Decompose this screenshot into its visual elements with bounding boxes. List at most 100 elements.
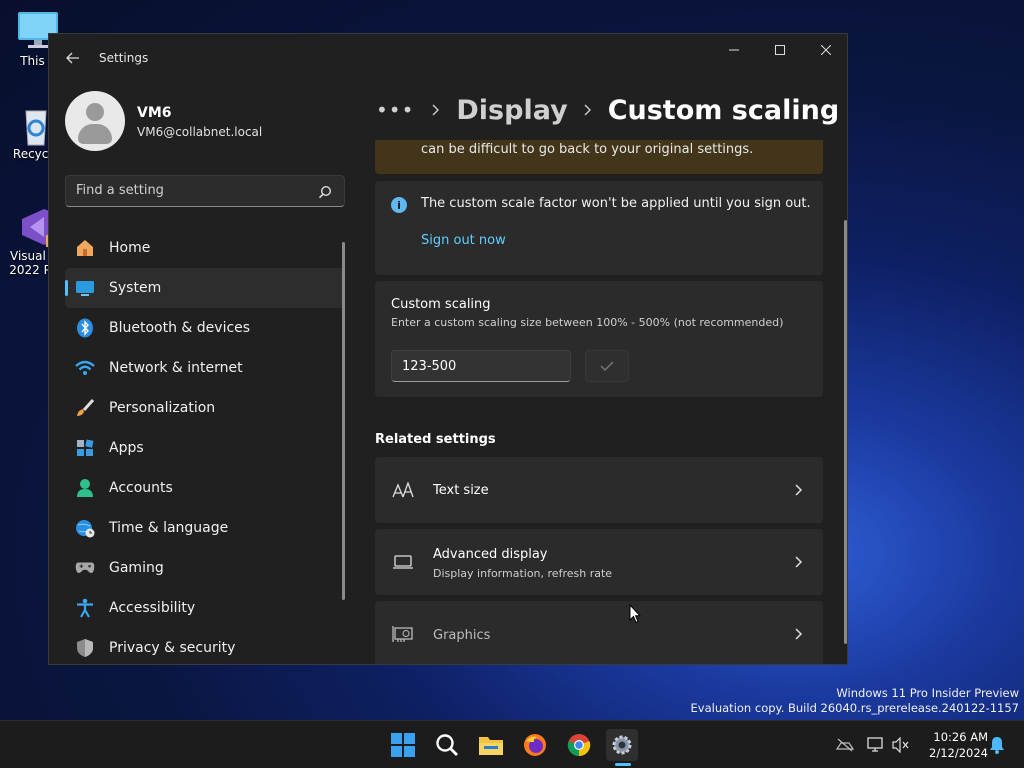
taskbar: 10:26 AM 2/12/2024 <box>0 720 1024 768</box>
gear-icon <box>612 735 632 755</box>
avatar[interactable] <box>65 91 125 151</box>
sidebar-item-accessibility[interactable]: Accessibility <box>65 588 345 628</box>
maximize-icon <box>775 45 785 55</box>
accessibility-icon <box>75 598 95 618</box>
search-box[interactable] <box>65 175 345 207</box>
sidebar-item-label: Network & internet <box>109 360 243 376</box>
sidebar-item-label: Bluetooth & devices <box>109 320 251 336</box>
sign-out-link[interactable]: Sign out now <box>421 233 506 248</box>
sidebar-item-label: Personalization <box>109 400 216 416</box>
sidebar-item-personalization[interactable]: Personalization <box>65 388 345 428</box>
graphics-card-icon <box>391 623 415 645</box>
related-item-advanced-display[interactable]: Advanced display Display information, re… <box>375 529 823 595</box>
evaluation-watermark: Windows 11 Pro Insider Preview Evaluatio… <box>691 686 1019 716</box>
app-title: Settings <box>99 51 149 65</box>
home-icon <box>75 238 95 258</box>
sidebar-item-bluetooth[interactable]: Bluetooth & devices <box>65 308 345 348</box>
gamepad-icon <box>75 558 95 578</box>
wifi-icon <box>75 358 95 378</box>
sidebar-item-label: Accounts <box>109 480 173 496</box>
sidebar-item-apps[interactable]: Apps <box>65 428 345 468</box>
sidebar-item-label: Apps <box>109 440 144 456</box>
search-input[interactable] <box>76 183 306 198</box>
sidebar-item-privacy-security[interactable]: Privacy & security <box>65 628 345 664</box>
ethernet-icon <box>867 737 883 752</box>
content-scrollbar[interactable] <box>844 220 847 644</box>
sidebar-item-label: Accessibility <box>109 600 196 616</box>
related-item-graphics[interactable]: Graphics <box>375 601 823 664</box>
sidebar-scrollbar[interactable] <box>342 242 345 600</box>
sidebar-item-label: System <box>109 280 162 296</box>
taskbar-search-button[interactable] <box>431 729 463 761</box>
custom-scaling-title: Custom scaling <box>391 297 491 312</box>
chevron-right-icon <box>795 628 803 640</box>
taskbar-firefox[interactable] <box>519 729 551 761</box>
sidebar-item-system[interactable]: System <box>65 268 345 308</box>
sidebar-item-label: Home <box>109 240 151 256</box>
mouse-cursor-icon <box>629 604 641 624</box>
warning-text: can be difficult to go back to your orig… <box>421 142 754 157</box>
chrome-icon <box>567 734 591 757</box>
breadcrumb: ••• Display Custom scaling <box>376 90 839 130</box>
windows-logo-icon <box>391 733 415 757</box>
related-settings-heading: Related settings <box>375 432 496 447</box>
tray-network-off[interactable] <box>836 736 854 754</box>
bell-icon <box>990 737 1004 754</box>
chevron-right-icon <box>432 104 440 116</box>
chevron-right-icon <box>584 104 591 116</box>
notifications-button[interactable] <box>988 736 1006 754</box>
sidebar-nav: Home System Bluetooth & devices Network … <box>65 228 345 664</box>
sidebar-item-network[interactable]: Network & internet <box>65 348 345 388</box>
network-disconnected-icon <box>836 738 854 752</box>
volume-muted-icon <box>892 737 909 753</box>
content-pane: can be difficult to go back to your orig… <box>375 140 825 664</box>
taskbar-chrome[interactable] <box>563 729 595 761</box>
info-icon: i <box>391 197 407 213</box>
chevron-right-icon <box>795 556 803 568</box>
page-title: Custom scaling <box>607 94 840 126</box>
close-button[interactable] <box>803 34 847 66</box>
folder-icon <box>479 737 503 755</box>
sidebar-item-time-language[interactable]: Time & language <box>65 508 345 548</box>
taskbar-file-explorer[interactable] <box>475 729 507 761</box>
sidebar-item-gaming[interactable]: Gaming <box>65 548 345 588</box>
bluetooth-icon <box>75 318 95 338</box>
related-item-text-size[interactable]: Text size <box>375 457 823 523</box>
apps-icon <box>75 438 95 458</box>
shield-icon <box>75 638 95 658</box>
related-item-label: Text size <box>433 483 489 498</box>
sidebar-item-label: Privacy & security <box>109 640 236 656</box>
watermark-line: Evaluation copy. Build 26040.rs_prerelea… <box>690 701 1019 715</box>
back-button[interactable] <box>61 46 85 70</box>
firefox-icon <box>524 734 546 756</box>
breadcrumb-more-button[interactable]: ••• <box>376 98 414 122</box>
custom-scaling-card: Custom scaling Enter a custom scaling si… <box>375 281 823 397</box>
accounts-icon <box>75 478 95 498</box>
tray-network[interactable] <box>867 736 885 754</box>
maximize-button[interactable] <box>757 34 803 66</box>
sidebar-item-accounts[interactable]: Accounts <box>65 468 345 508</box>
warning-card: can be difficult to go back to your orig… <box>375 140 823 174</box>
custom-scaling-input[interactable] <box>391 350 571 382</box>
profile-email: VM6@collabnet.local <box>137 125 263 139</box>
text-size-icon <box>391 479 415 501</box>
active-app-indicator <box>615 763 631 766</box>
related-item-sublabel: Display information, refresh rate <box>433 567 613 580</box>
breadcrumb-display-link[interactable]: Display <box>456 95 567 126</box>
start-button[interactable] <box>387 729 419 761</box>
search-icon[interactable] <box>318 185 332 199</box>
minimize-icon <box>729 49 739 51</box>
taskbar-clock[interactable]: 10:26 AM 2/12/2024 <box>918 729 988 761</box>
minimize-button[interactable] <box>711 34 757 66</box>
search-icon <box>436 734 458 756</box>
apply-scaling-button[interactable] <box>585 350 629 382</box>
sidebar-item-home[interactable]: Home <box>65 228 345 268</box>
globe-clock-icon <box>75 518 95 538</box>
back-arrow-icon <box>66 52 79 64</box>
chevron-right-icon <box>795 484 803 496</box>
tray-volume[interactable] <box>892 736 910 754</box>
title-bar[interactable]: Settings <box>49 34 847 82</box>
taskbar-settings[interactable] <box>606 729 638 761</box>
related-item-label: Advanced display <box>433 547 548 562</box>
system-display-icon <box>75 278 95 298</box>
